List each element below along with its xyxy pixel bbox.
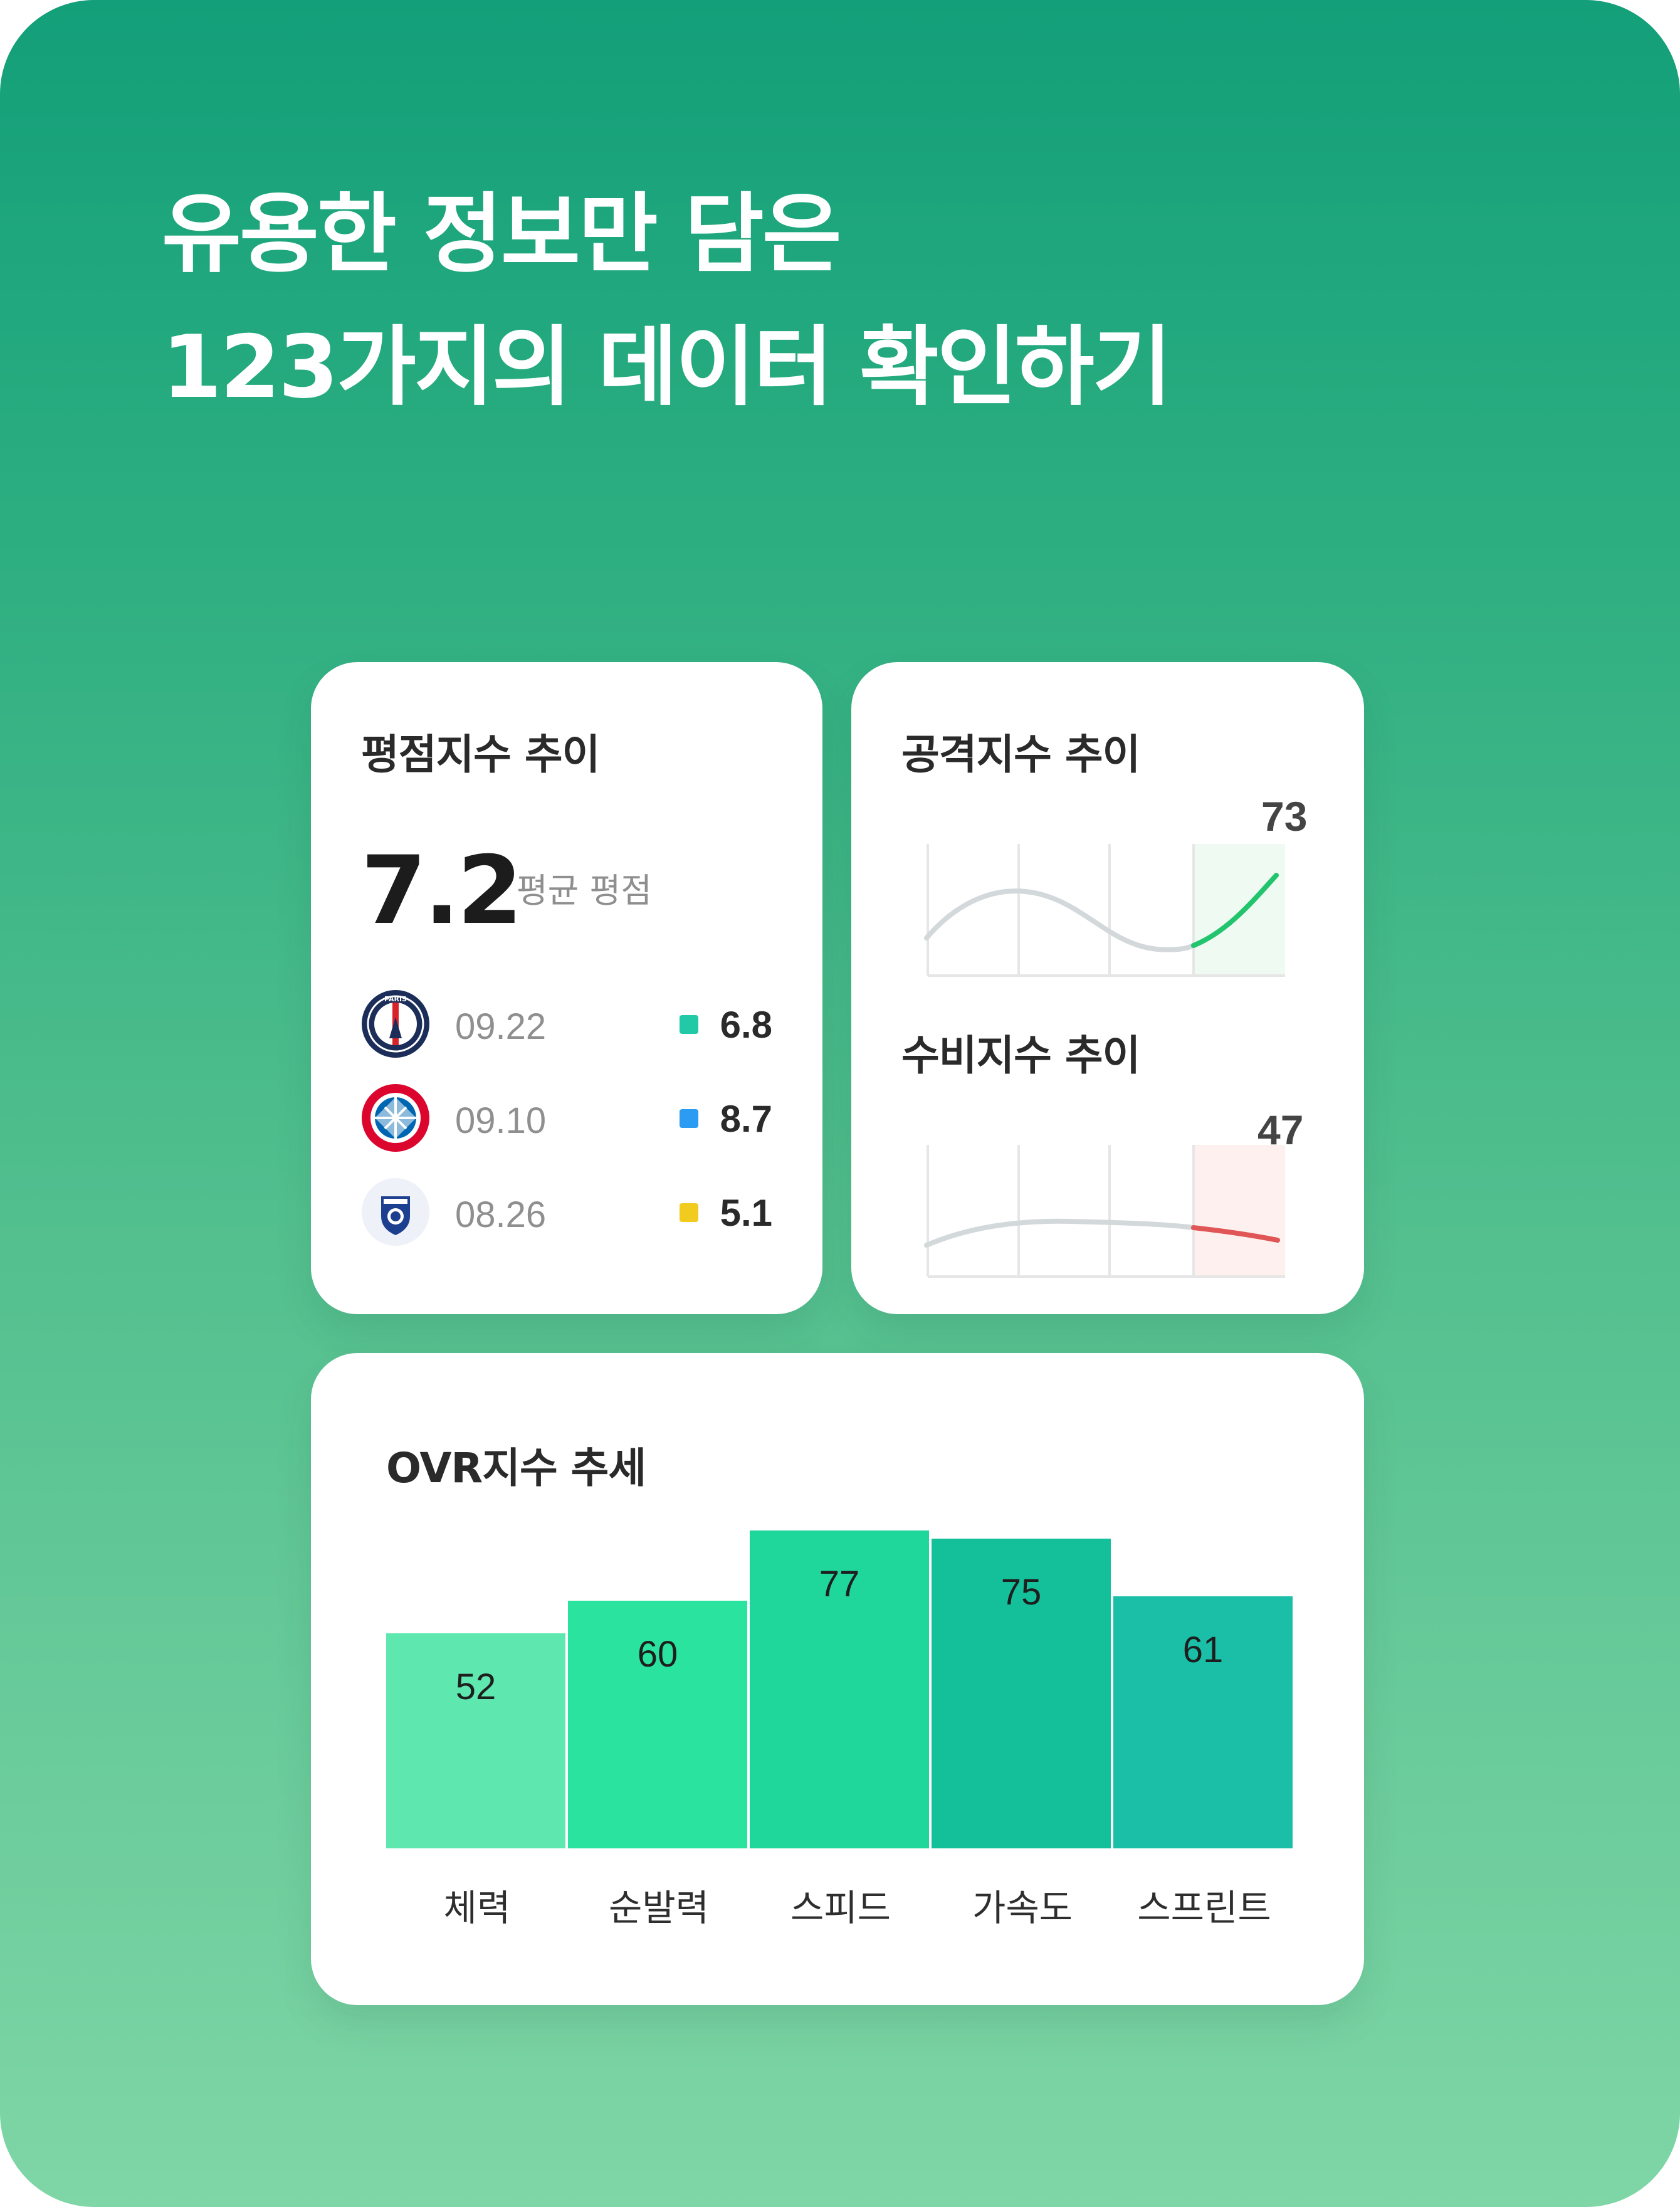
index-trend-card[interactable]: 공격지수 추이 73 수비지수 추이 47 <box>851 662 1364 1314</box>
headline: 유용한 정보만 담은 123가지의 데이터 확인하기 <box>162 168 1172 434</box>
attack-trend-title: 공격지수 추이 <box>901 730 1140 779</box>
ovr-bar-value: 77 <box>819 1564 860 1604</box>
match-row[interactable]: 09.10 8.7 <box>361 1083 772 1152</box>
ovr-card-title: OVR지수 추세 <box>386 1444 646 1492</box>
psg-logo-icon: PARIS <box>362 990 429 1058</box>
score-marker <box>680 1203 698 1222</box>
rating-trend-card[interactable]: 평점지수 추이 7.2 평균 평점 PARIS 09.22 6.8 09.10 … <box>311 662 822 1314</box>
ovr-category-label: 순발력 <box>608 1887 710 1929</box>
attack-trend-line-chart <box>924 844 1285 977</box>
match-date: 09.22 <box>455 1006 547 1047</box>
average-rating-label: 평균 평점 <box>517 871 652 910</box>
headline-line-1: 유용한 정보만 담은 <box>162 184 842 285</box>
bayern-logo-icon <box>362 1084 429 1152</box>
attack-latest-highlight <box>1194 844 1285 976</box>
score-marker <box>680 1109 698 1128</box>
match-score: 8.7 <box>720 1098 772 1140</box>
ovr-bar-value: 60 <box>637 1634 678 1675</box>
ulsan-logo-icon <box>362 1178 429 1246</box>
ovr-trend-card[interactable]: OVR지수 추세 52 체력 60 순발력 77 스피드 75 가속도 61 스프린트 <box>311 1353 1364 2005</box>
ovr-bar-value: 52 <box>455 1667 496 1707</box>
ovr-bar-value: 75 <box>1000 1572 1042 1613</box>
defense-trend-line-chart <box>924 1145 1285 1278</box>
defense-trend-title: 수비지수 추이 <box>901 1031 1140 1080</box>
ovr-bar: 60 <box>568 1601 747 1848</box>
average-rating-value: 7.2 <box>361 836 523 945</box>
match-score: 6.8 <box>720 1004 772 1046</box>
ovr-category-label: 가속도 <box>972 1887 1073 1929</box>
match-date: 09.10 <box>455 1100 547 1141</box>
defense-history-line <box>924 1218 1196 1248</box>
promo-background: 유용한 정보만 담은 123가지의 데이터 확인하기 평점지수 추이 7.2 평… <box>0 0 1680 2207</box>
ovr-category-label: 스피드 <box>790 1887 891 1929</box>
ovr-bar: 52 <box>386 1633 565 1848</box>
match-row[interactable]: PARIS 09.22 6.8 <box>361 989 772 1058</box>
ovr-bar: 75 <box>932 1539 1111 1848</box>
score-marker <box>680 1015 698 1034</box>
ovr-bar: 77 <box>750 1530 929 1848</box>
rating-card-title: 평점지수 추이 <box>361 730 600 779</box>
svg-text:PARIS: PARIS <box>384 995 407 1003</box>
ovr-category-label: 체력 <box>443 1887 511 1929</box>
attack-latest-value: 73 <box>1261 793 1308 840</box>
ovr-bar: 61 <box>1113 1596 1293 1848</box>
match-row[interactable]: 08.26 5.1 <box>361 1177 772 1246</box>
match-score: 5.1 <box>720 1192 772 1234</box>
ovr-category-label: 스프린트 <box>1137 1887 1271 1929</box>
attack-history-line <box>924 888 1196 952</box>
ovr-bar-value: 61 <box>1182 1630 1224 1670</box>
defense-latest-highlight <box>1194 1145 1285 1277</box>
headline-line-2: 123가지의 데이터 확인하기 <box>162 317 1172 418</box>
match-date: 08.26 <box>455 1194 547 1235</box>
